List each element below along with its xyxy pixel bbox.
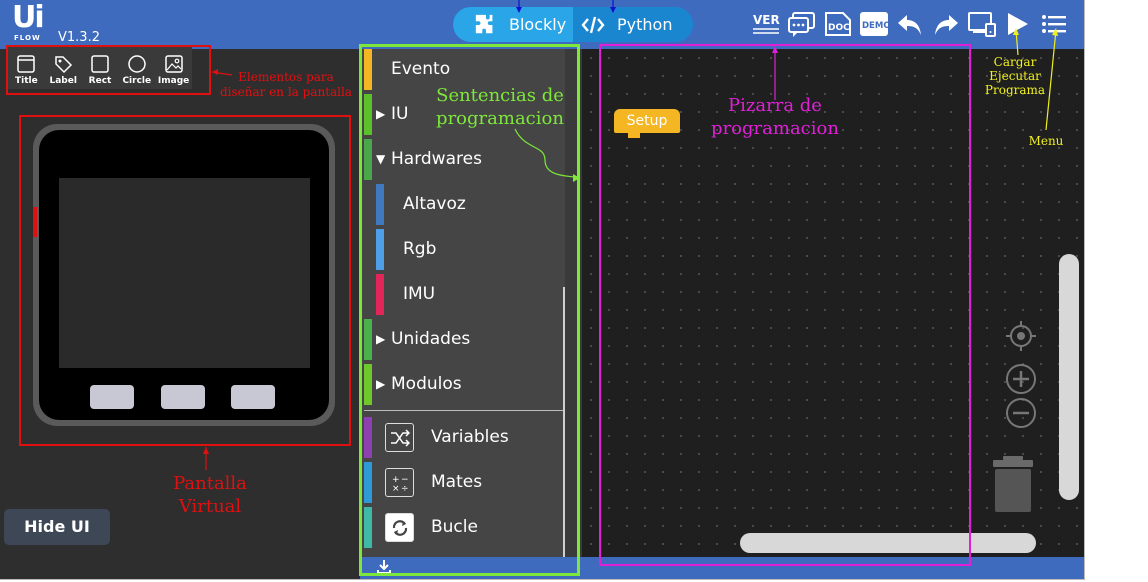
annotation-pizarra: Pizarra de programacion: [711, 95, 839, 139]
annotation-pantalla: Pantalla Virtual: [173, 473, 247, 517]
annotation-menu: Menu: [1028, 134, 1064, 148]
uiflow-app: Ui FLOW V1.3.2 Blockly Python VER.: [0, 0, 1085, 580]
annotation-elementos: Elementos para diseñar en la pantalla: [219, 70, 353, 99]
annotation-cargar: Cargar Ejecutar Programa: [984, 55, 1046, 97]
annotation-sentencias: Sentencias de programacion: [436, 85, 564, 129]
